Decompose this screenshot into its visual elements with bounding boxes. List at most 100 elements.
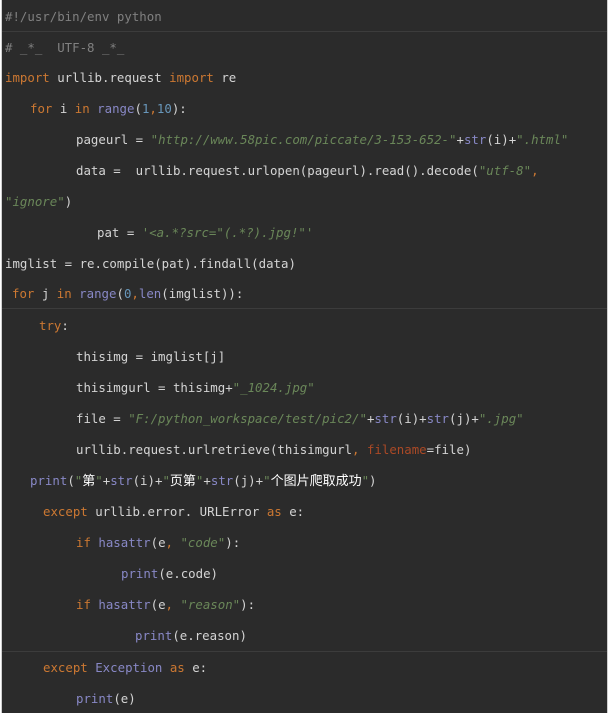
code-line-23: print(e): [76, 683, 136, 713]
code-line-11: try:: [39, 310, 69, 341]
code-token: import: [5, 70, 50, 85]
code-token: (j)+: [449, 411, 479, 426]
code-token: "_1024.jpg": [232, 380, 315, 395]
code-token: print: [76, 691, 114, 706]
code-token: pat =: [97, 225, 142, 240]
code-token: +: [456, 132, 464, 147]
code-token: 个图片爬取成功: [270, 474, 362, 489]
code-token: # _*_ UTF-8 _*_: [5, 40, 125, 55]
code-token: ,: [531, 163, 539, 178]
code-token: ,: [149, 101, 157, 116]
code-line-19: print(e.code): [121, 558, 218, 589]
code-line-10: for j in range(0,len(imglist)):: [12, 278, 243, 309]
code-token: (e.reason): [172, 628, 247, 643]
code-token: for: [30, 101, 53, 116]
code-token: '<a.*?src="(.*?).jpg!"': [141, 225, 314, 240]
code-line-15: urllib.request.urlretrieve(thisimgurl, f…: [76, 434, 471, 465]
code-token: str: [426, 411, 450, 426]
code-token: urllib.request: [49, 70, 170, 85]
code-token: #!/usr/bin/env python: [5, 9, 162, 24]
code-token: (i)+: [132, 473, 163, 488]
code-token: ,: [131, 286, 139, 301]
code-token: ": [162, 473, 170, 488]
code-token: ": [361, 473, 370, 488]
code-line-3: import urllib.request import re: [5, 62, 236, 93]
code-token: urllib.request.urlretrieve(thisimgurl: [76, 442, 353, 457]
code-token: "http://www.58pic.com/piccate/3-153-652-…: [150, 132, 457, 147]
code-token: ": [263, 473, 271, 488]
code-editor[interactable]: #!/usr/bin/env python # _*_ UTF-8 _*_ im…: [1, 0, 608, 713]
code-line-12: thisimg = imglist[j]: [76, 341, 225, 372]
code-token: 第: [82, 474, 96, 489]
code-token: "F:/python_workspace/test/pic2/": [128, 411, 367, 426]
code-token: ):: [225, 535, 241, 550]
code-token: if: [76, 597, 91, 612]
code-token: range: [79, 286, 117, 301]
code-line-4: for i in range(1,10):: [30, 93, 187, 124]
code-token: "reason": [180, 597, 241, 612]
code-token: in: [56, 286, 72, 301]
code-token: ".html": [516, 132, 569, 147]
code-token: (: [116, 286, 124, 301]
code-token: (e): [113, 691, 136, 706]
code-token: hasattr: [98, 597, 151, 612]
code-token: file =: [76, 411, 129, 426]
code-line-20: if hasattr(e, "reason"):: [76, 589, 255, 620]
code-token: ):: [171, 101, 187, 116]
code-token: imglist = re.compile(pat).findall(data): [5, 256, 296, 271]
code-line-2: # _*_ UTF-8 _*_: [5, 32, 124, 63]
code-token: (imglist)):: [161, 286, 244, 301]
code-token: as: [266, 504, 282, 519]
code-line-14: file = "F:/python_workspace/test/pic2/"+…: [76, 403, 524, 434]
code-token: str: [210, 473, 234, 488]
code-token: (i)+: [396, 411, 427, 426]
code-token: except: [43, 504, 88, 519]
code-token: str: [463, 132, 487, 147]
code-token: len: [138, 286, 162, 301]
code-line-7: "ignore"): [5, 186, 72, 217]
code-token: ,: [165, 597, 173, 612]
code-line-6: data = urllib.request.urlopen(pageurl).r…: [76, 155, 539, 186]
code-token: thisimgurl = thisimg+: [76, 380, 233, 395]
code-line-8: pat = '<a.*?src="(.*?).jpg!"': [97, 217, 313, 248]
code-token: urllib.error. URLError: [87, 504, 267, 519]
code-token: hasattr: [98, 535, 151, 550]
code-token: ": [95, 473, 103, 488]
code-token: "ignore": [5, 194, 65, 209]
code-token: range: [97, 101, 135, 116]
code-token: for: [12, 286, 35, 301]
code-line-13: thisimgurl = thisimg+"_1024.jpg": [76, 372, 315, 403]
code-token: (: [134, 101, 142, 116]
code-token: (j)+: [233, 473, 264, 488]
code-line-21: print(e.reason): [135, 620, 247, 651]
code-token: in: [74, 101, 90, 116]
code-token: try: [39, 318, 62, 333]
code-token: as: [169, 660, 185, 675]
code-token: (: [67, 473, 75, 488]
code-token: ,: [165, 535, 173, 550]
code-token: print: [135, 628, 173, 643]
code-line-16: print("第"+str(i)+"页第"+str(j)+"个图片爬取成功"): [30, 465, 377, 496]
code-token: i: [52, 101, 75, 116]
code-token: except: [43, 660, 88, 675]
code-token: filename: [366, 442, 427, 457]
code-token: if: [76, 535, 91, 550]
code-token: print: [121, 566, 159, 581]
code-token: (e.code): [158, 566, 218, 581]
code-token: "utf-8": [478, 163, 532, 178]
code-token: thisimg = imglist[j]: [76, 349, 226, 364]
code-token: ):: [240, 597, 256, 612]
code-token: (e: [150, 535, 166, 550]
code-token: 页第: [169, 474, 196, 489]
code-token: :: [61, 318, 69, 333]
code-token: ): [64, 194, 73, 209]
code-line-22: except Exception as e:: [43, 652, 207, 683]
code-token: (i)+: [486, 132, 517, 147]
code-token: re: [213, 70, 237, 85]
code-token: +: [203, 473, 211, 488]
code-token: ".jpg": [478, 411, 524, 426]
code-token: e:: [281, 504, 305, 519]
code-token: 10: [156, 101, 172, 116]
code-line-18: if hasattr(e, "code"):: [76, 527, 240, 558]
code-token: import: [169, 70, 214, 85]
